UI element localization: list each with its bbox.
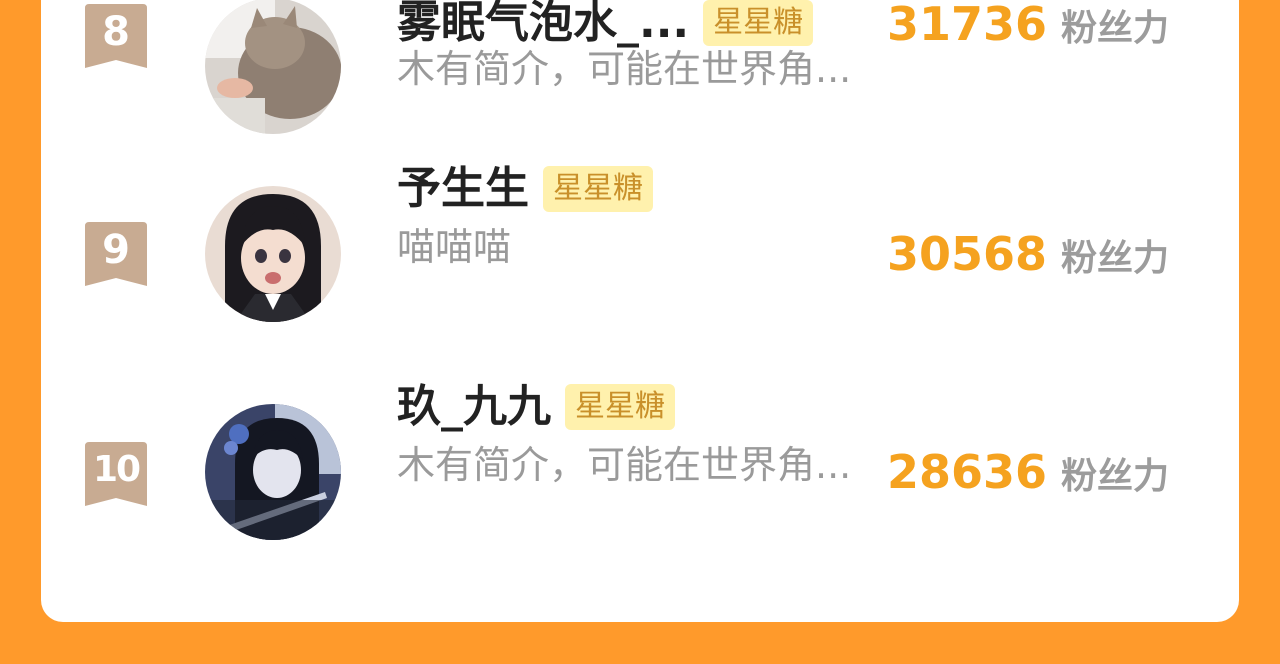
fan-power-score: 28636 粉丝力 xyxy=(887,446,1169,499)
level-badge: 星星糖 xyxy=(703,0,814,46)
name-line: 雾眠气泡水_... 星星糖 xyxy=(397,0,814,50)
score-unit: 粉丝力 xyxy=(1061,456,1170,497)
name-line: 予生生 星星糖 xyxy=(397,162,653,216)
ranking-row[interactable]: 9 予生生 星星糖 喵喵喵 30568 粉丝力 xyxy=(41,163,1239,346)
fan-power-score: 30568 粉丝力 xyxy=(887,228,1169,281)
cat-photo-icon xyxy=(205,0,341,134)
name-line: 玖_九九 星星糖 xyxy=(397,380,675,434)
user-bio: 木有简介，可能在世界角... xyxy=(397,47,852,91)
score-value: 30568 xyxy=(887,227,1048,281)
user-name[interactable]: 玖_九九 xyxy=(397,380,551,434)
rank-ribbon: 8 xyxy=(85,4,147,68)
level-badge: 星星糖 xyxy=(565,384,675,430)
ranking-row[interactable]: 10 玖_九九 星星糖 木有简介，可能在世界角... 28636 粉丝力 xyxy=(41,381,1239,564)
ranking-list-card: 8 雾眠气泡水_... 星星糖 木有简介，可能在世界角... 31736 粉丝力 xyxy=(41,0,1239,622)
user-name[interactable]: 雾眠气泡水_... xyxy=(397,0,689,50)
user-bio: 喵喵喵 xyxy=(397,225,512,269)
ranking-row[interactable]: 8 雾眠气泡水_... 星星糖 木有简介，可能在世界角... 31736 粉丝力 xyxy=(41,0,1239,158)
avatar[interactable] xyxy=(205,404,341,540)
user-bio: 木有简介，可能在世界角... xyxy=(397,443,852,487)
rank-number: 9 xyxy=(102,227,130,273)
rank-ribbon: 10 xyxy=(85,442,147,506)
anime-sword-icon xyxy=(205,404,341,540)
score-unit: 粉丝力 xyxy=(1061,238,1170,279)
avatar[interactable] xyxy=(205,0,341,134)
score-value: 28636 xyxy=(887,445,1048,499)
user-name[interactable]: 予生生 xyxy=(397,162,529,216)
level-badge: 星星糖 xyxy=(543,166,653,212)
avatar[interactable] xyxy=(205,186,341,322)
fan-power-score: 31736 粉丝力 xyxy=(887,0,1169,51)
score-unit: 粉丝力 xyxy=(1061,8,1170,49)
rank-number: 10 xyxy=(92,449,141,490)
score-value: 31736 xyxy=(887,0,1048,51)
rank-number: 8 xyxy=(102,9,130,55)
anime-girl-icon xyxy=(205,186,341,322)
rank-ribbon: 9 xyxy=(85,222,147,286)
